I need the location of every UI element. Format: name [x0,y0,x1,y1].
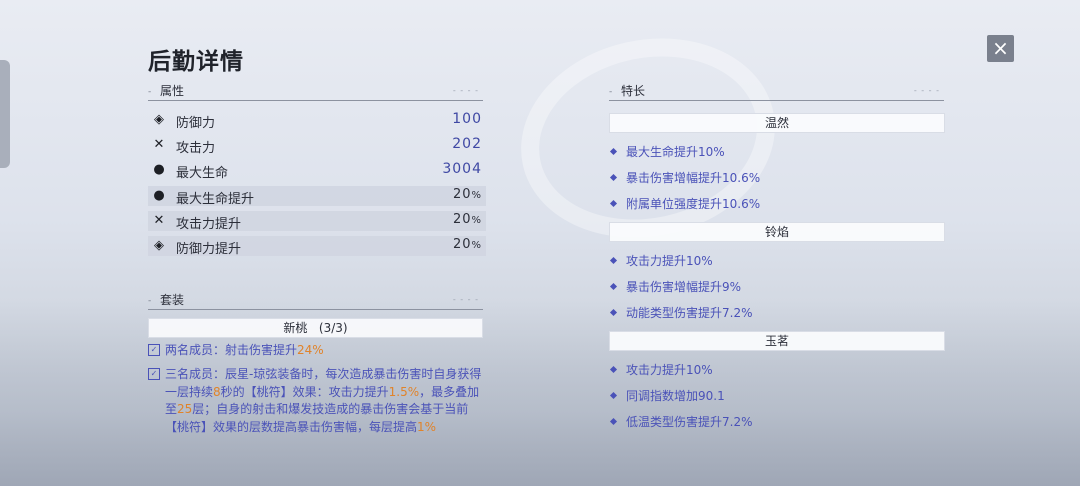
shield-icon: ◈ [154,112,164,127]
diamond-bullet-icon [609,282,618,291]
trait-item-text: 同调指数增加90.1 [626,389,725,403]
stat-name: 最大生命 [176,166,229,182]
diamond-bullet-icon [609,308,618,317]
stat-row: ● 最大生命提升 20% [148,185,486,207]
side-drawer-handle[interactable] [0,60,10,168]
set-two-piece: ✓ 两名成员：射击伤害提升24% [148,342,488,360]
trait-item: 最大生命提升10% [609,143,725,160]
stat-value: 20% [452,186,482,202]
trait-group-name: 玉茗 [609,331,945,351]
stat-row: ◈ 防御力提升 20% [148,236,486,257]
diamond-bullet-icon [609,417,618,426]
stat-value: 202 [452,136,482,153]
trait-item-text: 低温类型伤害提升7.2% [626,415,753,429]
trait-item-text: 攻击力提升10% [626,254,713,268]
stat-row: ◈ 防御力 100 [148,110,486,131]
trait-item: 攻击力提升10% [609,361,713,378]
set-header-label: 套装 [160,293,185,307]
stat-row: ● 最大生命 3004 [148,160,486,182]
diamond-bullet-icon [609,256,618,265]
trait-item: 低温类型伤害提升7.2% [609,413,753,430]
check-icon: ✓ [148,368,160,380]
stat-value: 20% [452,237,482,252]
highlight-value: 1% [417,419,437,434]
traits-header-label: 特长 [621,84,646,98]
stat-row: ✕ 攻击力提升 20% [148,210,486,232]
shield-icon: ◈ [154,238,164,253]
close-icon: × [992,36,1009,60]
set-name: 新桃 [283,321,308,335]
diamond-bullet-icon [609,147,618,156]
stat-unit: % [471,214,482,226]
swords-icon: ✕ [153,212,165,228]
set-header: - 套装 - - - - [148,291,483,310]
swords-icon: ✕ [153,137,165,153]
stat-name: 最大生命提升 [176,191,255,207]
diamond-bullet-icon [609,173,618,182]
trait-group-name: 温然 [609,113,945,133]
drop-icon: ● [153,162,165,178]
highlight-value: 1.5% [388,384,420,399]
trait-item: 动能类型伤害提升7.2% [609,304,753,321]
set-three-piece: ✓ 三名成员：辰星-琼弦装备时，每次造成暴击伤害时自身获得一层持续8秒的【桃符】… [148,366,488,436]
attributes-header: - 属性 - - - - [148,82,483,101]
trait-item: 攻击力提升10% [609,252,713,269]
stat-name: 防御力提升 [176,242,242,257]
highlight-value: 25 [177,402,193,416]
trait-item: 同调指数增加90.1 [609,387,725,404]
trait-group-name: 铃焰 [609,222,945,242]
trait-item-text: 最大生命提升10% [626,145,725,159]
attributes-header-label: 属性 [160,84,185,98]
diamond-bullet-icon [609,199,618,208]
diamond-bullet-icon [609,365,618,374]
diamond-bullet-icon [609,391,618,400]
stat-name: 防御力 [176,116,216,131]
set-count: (3/3) [318,321,348,335]
drop-icon: ● [153,187,165,203]
page-title: 后勤详情 [148,49,244,75]
stat-unit: % [471,189,482,201]
stat-value: 3004 [442,161,482,178]
trait-item-text: 动能类型伤害提升7.2% [626,306,753,320]
stat-value: 20% [452,211,482,227]
highlight-value: 8 [213,384,221,399]
trait-item: 暴击伤害增幅提升10.6% [609,169,761,186]
check-icon: ✓ [148,344,160,356]
close-button[interactable]: × [987,35,1014,62]
set-name-bar: 新桃 (3/3) [148,318,483,338]
stat-row: ✕ 攻击力 202 [148,135,486,157]
trait-item: 附属单位强度提升10.6% [609,195,761,212]
set-text: 秒的【桃符】效果：攻击力提升 [220,384,389,399]
trait-item-text: 附属单位强度提升10.6% [626,197,761,211]
trait-item-text: 暴击伤害增幅提升10.6% [626,171,761,185]
trait-item-text: 攻击力提升10% [626,363,713,377]
stat-name: 攻击力 [176,141,216,157]
trait-item-text: 暴击伤害增幅提升9% [626,280,742,294]
stat-unit: % [471,240,482,251]
trait-item: 暴击伤害增幅提升9% [609,278,742,295]
stat-value: 100 [452,111,482,127]
traits-header: - 特长 - - - - [609,82,944,101]
stat-name: 攻击力提升 [176,216,242,232]
